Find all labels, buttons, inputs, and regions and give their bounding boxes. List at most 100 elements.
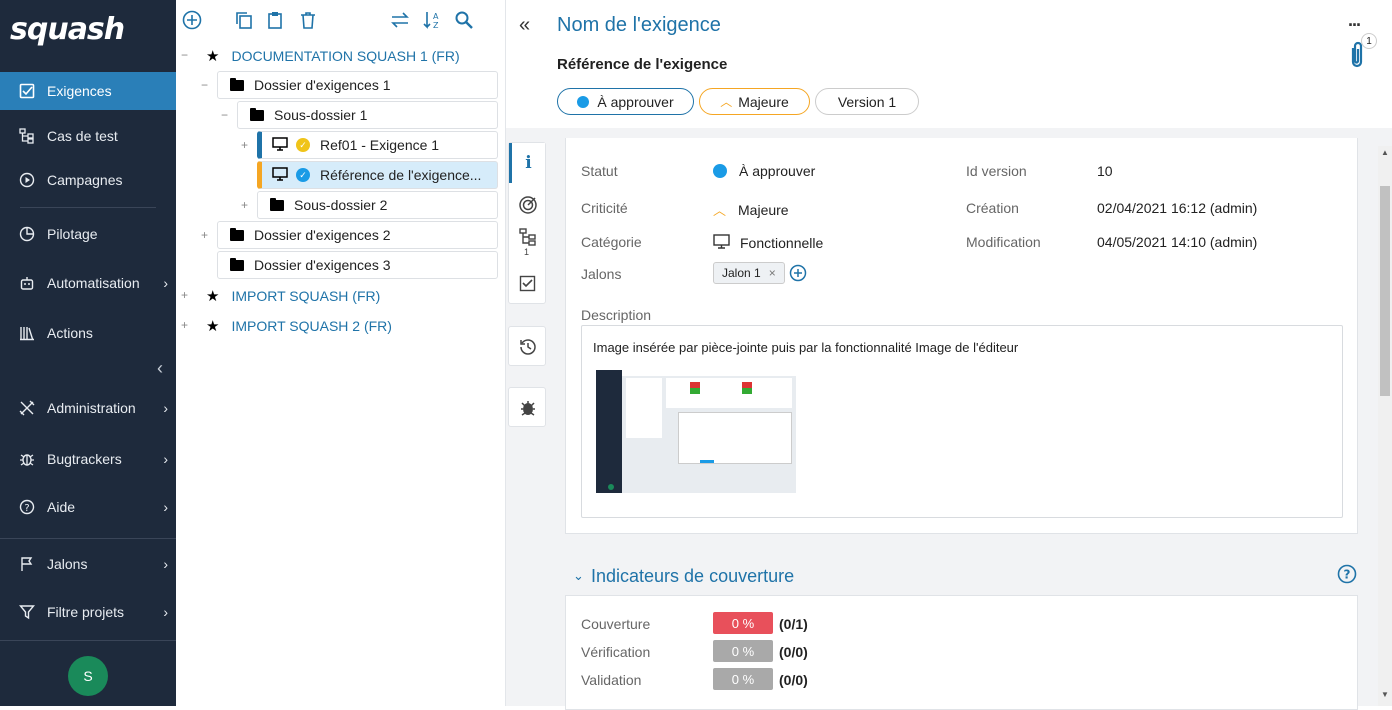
- tree-requirement-1[interactable]: ✓ Ref01 - Exigence 1: [257, 131, 498, 159]
- collapse-sidebar-icon[interactable]: ‹: [157, 358, 163, 379]
- tree-subfolder-2[interactable]: Sous-dossier 2: [257, 191, 498, 219]
- folder-label: Dossier d'exigences 3: [254, 257, 391, 273]
- paste-icon[interactable]: [265, 10, 285, 33]
- folder-icon: [250, 107, 264, 121]
- target-icon: [519, 196, 537, 214]
- tab-info[interactable]: i: [509, 143, 545, 183]
- tools-icon: [18, 399, 36, 417]
- criticity-pill[interactable]: ︿ Majeure: [699, 88, 810, 115]
- version-pill[interactable]: Version 1: [815, 88, 919, 115]
- nav-pilotage[interactable]: Pilotage: [0, 215, 176, 253]
- folder-icon: [230, 257, 244, 271]
- add-jalon-icon[interactable]: [789, 264, 807, 285]
- nav-filtre-projets[interactable]: Filtre projets ›: [0, 593, 176, 631]
- history-icon: [518, 337, 538, 360]
- criticite-label: Criticité: [581, 200, 628, 216]
- tree-project-import[interactable]: ★ IMPORT SQUASH (FR): [206, 287, 380, 305]
- statut-field[interactable]: À approuver: [713, 163, 815, 179]
- status-dot-icon: [577, 95, 590, 108]
- add-icon[interactable]: [182, 10, 202, 33]
- play-icon: [18, 171, 36, 189]
- statut-label: Statut: [581, 163, 618, 179]
- svg-text:A: A: [433, 12, 439, 21]
- tree-requirement-selected[interactable]: ✓ Référence de l'exigence...: [257, 161, 498, 189]
- modification-value: 04/05/2021 14:10 (admin): [1097, 234, 1258, 250]
- sort-az-icon[interactable]: AZ: [422, 10, 442, 33]
- tree-folder-3[interactable]: Dossier d'exigences 3: [217, 251, 498, 279]
- tree-subfolder-1[interactable]: Sous-dossier 1: [237, 101, 498, 129]
- search-icon[interactable]: [454, 10, 474, 33]
- collapse-icon[interactable]: −: [201, 79, 211, 91]
- coverage-help-icon[interactable]: ?: [1337, 564, 1357, 587]
- tab-history[interactable]: [508, 326, 546, 366]
- expand-icon[interactable]: +: [181, 289, 191, 301]
- chevron-right-icon: ›: [163, 604, 168, 620]
- categorie-field[interactable]: Fonctionnelle: [713, 234, 823, 252]
- scroll-up-arrow[interactable]: ▲: [1381, 148, 1389, 157]
- expand-icon[interactable]: +: [241, 139, 251, 151]
- nav-administration[interactable]: Administration ›: [0, 389, 176, 427]
- copy-icon[interactable]: [234, 10, 254, 33]
- tab-target[interactable]: [518, 195, 538, 218]
- coverage-card: Couverture 0 % (0/1) Vérification 0 % (0…: [565, 595, 1358, 710]
- status-pill[interactable]: À approuver: [557, 88, 694, 115]
- collapse-panel-icon[interactable]: «: [519, 14, 530, 37]
- description-editor[interactable]: Image insérée par pièce-jointe puis par …: [581, 325, 1343, 518]
- nav-automatisation[interactable]: Automatisation ›: [0, 264, 176, 302]
- tree-project-import-2[interactable]: ★ IMPORT SQUASH 2 (FR): [206, 317, 392, 335]
- transfer-icon[interactable]: [390, 10, 410, 33]
- vertical-scrollbar[interactable]: ▲ ▼: [1378, 146, 1392, 706]
- hierarchy-icon: [519, 228, 536, 246]
- criticity-pill-label: Majeure: [738, 93, 789, 110]
- id-version-value: 10: [1097, 163, 1113, 179]
- nav-label: Actions: [47, 325, 93, 341]
- status-approved-icon: ✓: [296, 138, 310, 152]
- nav-bugtrackers[interactable]: Bugtrackers ›: [0, 440, 176, 478]
- library-icon: [18, 324, 36, 342]
- criticite-value: Majeure: [738, 201, 789, 218]
- folder-icon: [270, 197, 284, 211]
- hierarchy-count: 1: [524, 247, 530, 257]
- remove-tag-icon[interactable]: ×: [769, 266, 776, 280]
- checklist-icon: [519, 275, 536, 292]
- tree-project-documentation[interactable]: ★ DOCUMENTATION SQUASH 1 (FR): [206, 47, 460, 65]
- svg-text:?: ?: [24, 503, 29, 514]
- collapse-icon[interactable]: −: [181, 49, 191, 61]
- nav-aide[interactable]: ? Aide ›: [0, 488, 176, 526]
- nav-campagnes[interactable]: Campagnes: [0, 161, 176, 199]
- coverage-percent-bar: 0 %: [713, 612, 773, 634]
- main-sidebar: squash Exigences Cas de test Campagnes P…: [0, 0, 176, 706]
- tree-folder-2[interactable]: Dossier d'exigences 2: [217, 221, 498, 249]
- chevron-right-icon: ›: [163, 451, 168, 467]
- filter-icon: [18, 603, 36, 621]
- nav-actions[interactable]: Actions: [0, 314, 176, 352]
- nav-jalons[interactable]: Jalons ›: [0, 545, 176, 583]
- expand-icon[interactable]: +: [241, 199, 251, 211]
- collapse-icon[interactable]: −: [221, 109, 231, 121]
- nav-cas-de-test[interactable]: Cas de test: [0, 117, 176, 155]
- squash-logo[interactable]: squash: [0, 0, 176, 58]
- nav-label: Campagnes: [47, 172, 123, 188]
- tree-folder-1[interactable]: Dossier d'exigences 1: [217, 71, 498, 99]
- coverage-toggle[interactable]: ⌄: [573, 568, 584, 584]
- expand-icon[interactable]: +: [181, 319, 191, 331]
- bug-icon: [18, 450, 36, 468]
- folder-icon: [230, 227, 244, 241]
- status-to-approve-icon: ✓: [296, 168, 310, 182]
- expand-icon[interactable]: +: [201, 229, 211, 241]
- project-label: IMPORT SQUASH 2 (FR): [231, 318, 392, 334]
- user-avatar[interactable]: S: [68, 656, 108, 696]
- description-text: Image insérée par pièce-jointe puis par …: [593, 340, 1019, 355]
- creation-label: Création: [966, 200, 1019, 216]
- tab-verification[interactable]: [519, 275, 537, 296]
- tab-hierarchy[interactable]: [519, 228, 537, 249]
- criticite-field[interactable]: ︿ Majeure: [713, 200, 789, 219]
- scroll-thumb[interactable]: [1380, 186, 1390, 396]
- delete-icon[interactable]: [298, 10, 318, 33]
- scroll-down-arrow[interactable]: ▼: [1381, 690, 1389, 699]
- requirement-label: Référence de l'exigence...: [320, 167, 482, 183]
- flag-icon: [18, 555, 36, 573]
- nav-exigences[interactable]: Exigences: [0, 72, 176, 110]
- more-options-icon[interactable]: ...: [1348, 10, 1361, 31]
- tab-issues[interactable]: [508, 387, 546, 427]
